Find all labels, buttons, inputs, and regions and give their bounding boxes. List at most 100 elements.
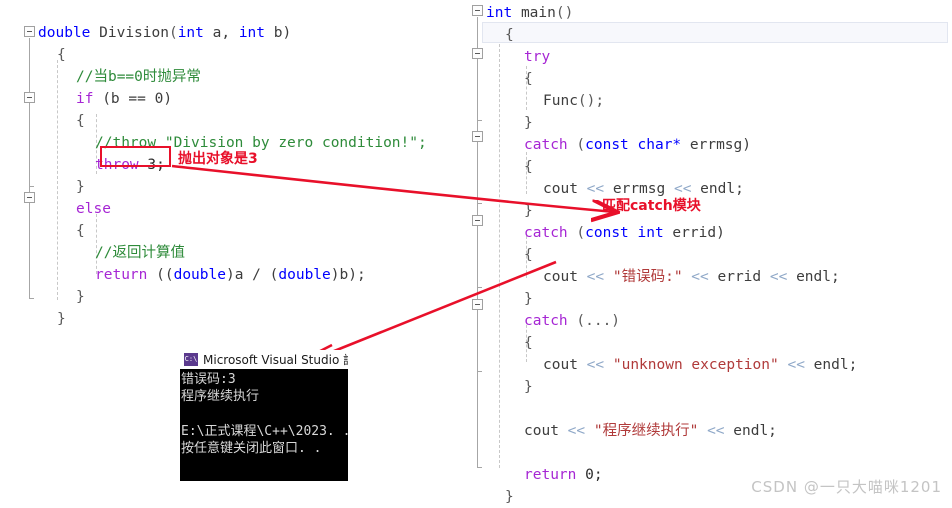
code-token: Division	[99, 25, 169, 41]
code-line[interactable]: if (b == 0)	[0, 88, 427, 110]
code-line[interactable]: catch (const char* errmsg)	[468, 134, 857, 156]
code-token: (	[168, 25, 178, 41]
code-token: main	[520, 5, 556, 21]
code-token: (	[567, 137, 586, 153]
console-title: Microsoft Visual Studio 訓	[203, 353, 348, 367]
code-token: <<	[691, 269, 709, 285]
code-line[interactable]: cout << "unknown exception" << endl;	[468, 354, 857, 376]
code-line[interactable]: return ((double)a / (double)b);	[0, 264, 427, 286]
code-line[interactable]: }	[0, 176, 427, 198]
code-token: const char*	[585, 137, 682, 153]
code-token: cout	[543, 357, 587, 373]
console-line: 错误码:3	[181, 372, 236, 387]
code-line[interactable]: }	[468, 288, 857, 310]
code-token: 0)	[145, 91, 173, 107]
code-token: catch	[524, 313, 568, 329]
code-token: const int	[585, 225, 664, 241]
editor-pane-right[interactable]: int main(){try{Func();} catch (const char…	[468, 0, 952, 507]
code-line[interactable]: {	[468, 244, 857, 266]
code-token: "unknown exception"	[612, 357, 779, 373]
console-app-icon: C:\	[184, 353, 198, 366]
code-line[interactable]: int main()	[468, 2, 857, 24]
code-token: <<	[787, 357, 805, 373]
code-line[interactable]: {	[468, 24, 857, 46]
code-token: errid)	[663, 225, 725, 241]
code-line[interactable]: catch (...)	[468, 310, 857, 332]
throw-annotation-label: 抛出对象是3	[178, 151, 258, 167]
code-token: //返回计算值	[95, 245, 185, 261]
code-line[interactable]: double Division(int a, int b)	[0, 22, 427, 44]
code-line[interactable]: cout << "错误码:" << errid << endl;	[468, 266, 857, 288]
code-token: ();	[577, 93, 605, 109]
console-line: E:\正式课程\C++\2023. .	[181, 424, 348, 439]
code-token: double	[278, 267, 331, 283]
code-line[interactable]: }	[468, 376, 857, 398]
console-line: 程序继续执行	[181, 389, 260, 404]
code-token: cout	[543, 269, 587, 285]
code-line[interactable]: }	[468, 112, 857, 134]
code-line[interactable]	[468, 398, 857, 420]
throw-highlight-box	[100, 146, 171, 167]
code-line[interactable]: catch (const int errid)	[468, 222, 857, 244]
code-token: try	[524, 49, 551, 65]
code-token: }	[76, 179, 85, 195]
code-token: endl;	[804, 357, 858, 373]
console-window[interactable]: C:\ Microsoft Visual Studio 訓 错误码:3 程序继续执…	[180, 350, 348, 481]
code-token: {	[524, 335, 533, 351]
code-token: )b);	[330, 267, 366, 283]
code-token: }	[524, 203, 533, 219]
code-token: {	[524, 159, 533, 175]
code-line[interactable]: Func();	[468, 90, 857, 112]
code-token: endl;	[787, 269, 840, 285]
code-token: )a / (	[225, 267, 279, 283]
code-token: return	[95, 267, 148, 283]
code-line[interactable]: {	[0, 220, 427, 242]
code-line[interactable]: {	[468, 68, 857, 90]
code-line[interactable]: {	[468, 332, 857, 354]
console-line: 按任意键关闭此窗口. .	[181, 441, 322, 456]
code-token: if	[76, 91, 94, 107]
code-token: }	[524, 115, 533, 131]
code-token: {	[76, 113, 85, 129]
code-line[interactable]: cout << "程序继续执行" << endl;	[468, 420, 857, 442]
code-line[interactable]: else	[0, 198, 427, 220]
code-line[interactable]: {	[0, 44, 427, 66]
code-token: double	[173, 267, 226, 283]
code-token: {	[57, 47, 66, 63]
console-titlebar[interactable]: C:\ Microsoft Visual Studio 訓	[180, 350, 348, 369]
csdn-watermark: CSDN @一只大喵咪1201	[751, 478, 942, 496]
code-block-left[interactable]: double Division(int a, int b) { //当b==0时抛异…	[0, 22, 427, 330]
code-line[interactable]: }	[0, 286, 427, 308]
code-token: ()	[555, 5, 574, 21]
code-line[interactable]: //返回计算值	[0, 242, 427, 264]
code-token: (b	[93, 91, 129, 107]
code-line[interactable]: //当b==0时抛异常	[0, 66, 427, 88]
code-block-right[interactable]: int main(){try{Func();} catch (const char…	[468, 2, 857, 508]
code-token: "错误码:"	[612, 269, 683, 285]
code-line[interactable]: {	[468, 156, 857, 178]
code-token: a,	[203, 25, 239, 41]
code-token: ==	[128, 91, 146, 107]
code-token: {	[76, 223, 85, 239]
code-token: b)	[265, 25, 292, 41]
code-token: ((	[147, 267, 174, 283]
catch-annotation-label: 匹配catch模块	[602, 198, 701, 214]
console-output: 错误码:3 程序继续执行 E:\正式课程\C++\2023. . 按任意键关闭此窗口.…	[180, 369, 348, 481]
code-token: }	[505, 489, 514, 505]
code-line[interactable]: }	[0, 308, 427, 330]
code-token: 0;	[576, 467, 603, 483]
code-line[interactable]	[468, 442, 857, 464]
code-token: cout	[543, 181, 587, 197]
code-token: catch	[524, 225, 568, 241]
code-token: errmsg)	[681, 137, 751, 153]
code-line[interactable]: try	[468, 46, 857, 68]
code-token: (	[567, 225, 586, 241]
code-token: catch	[524, 137, 568, 153]
code-token: }	[57, 311, 66, 327]
code-line[interactable]: {	[0, 110, 427, 132]
code-token: <<	[586, 357, 605, 373]
